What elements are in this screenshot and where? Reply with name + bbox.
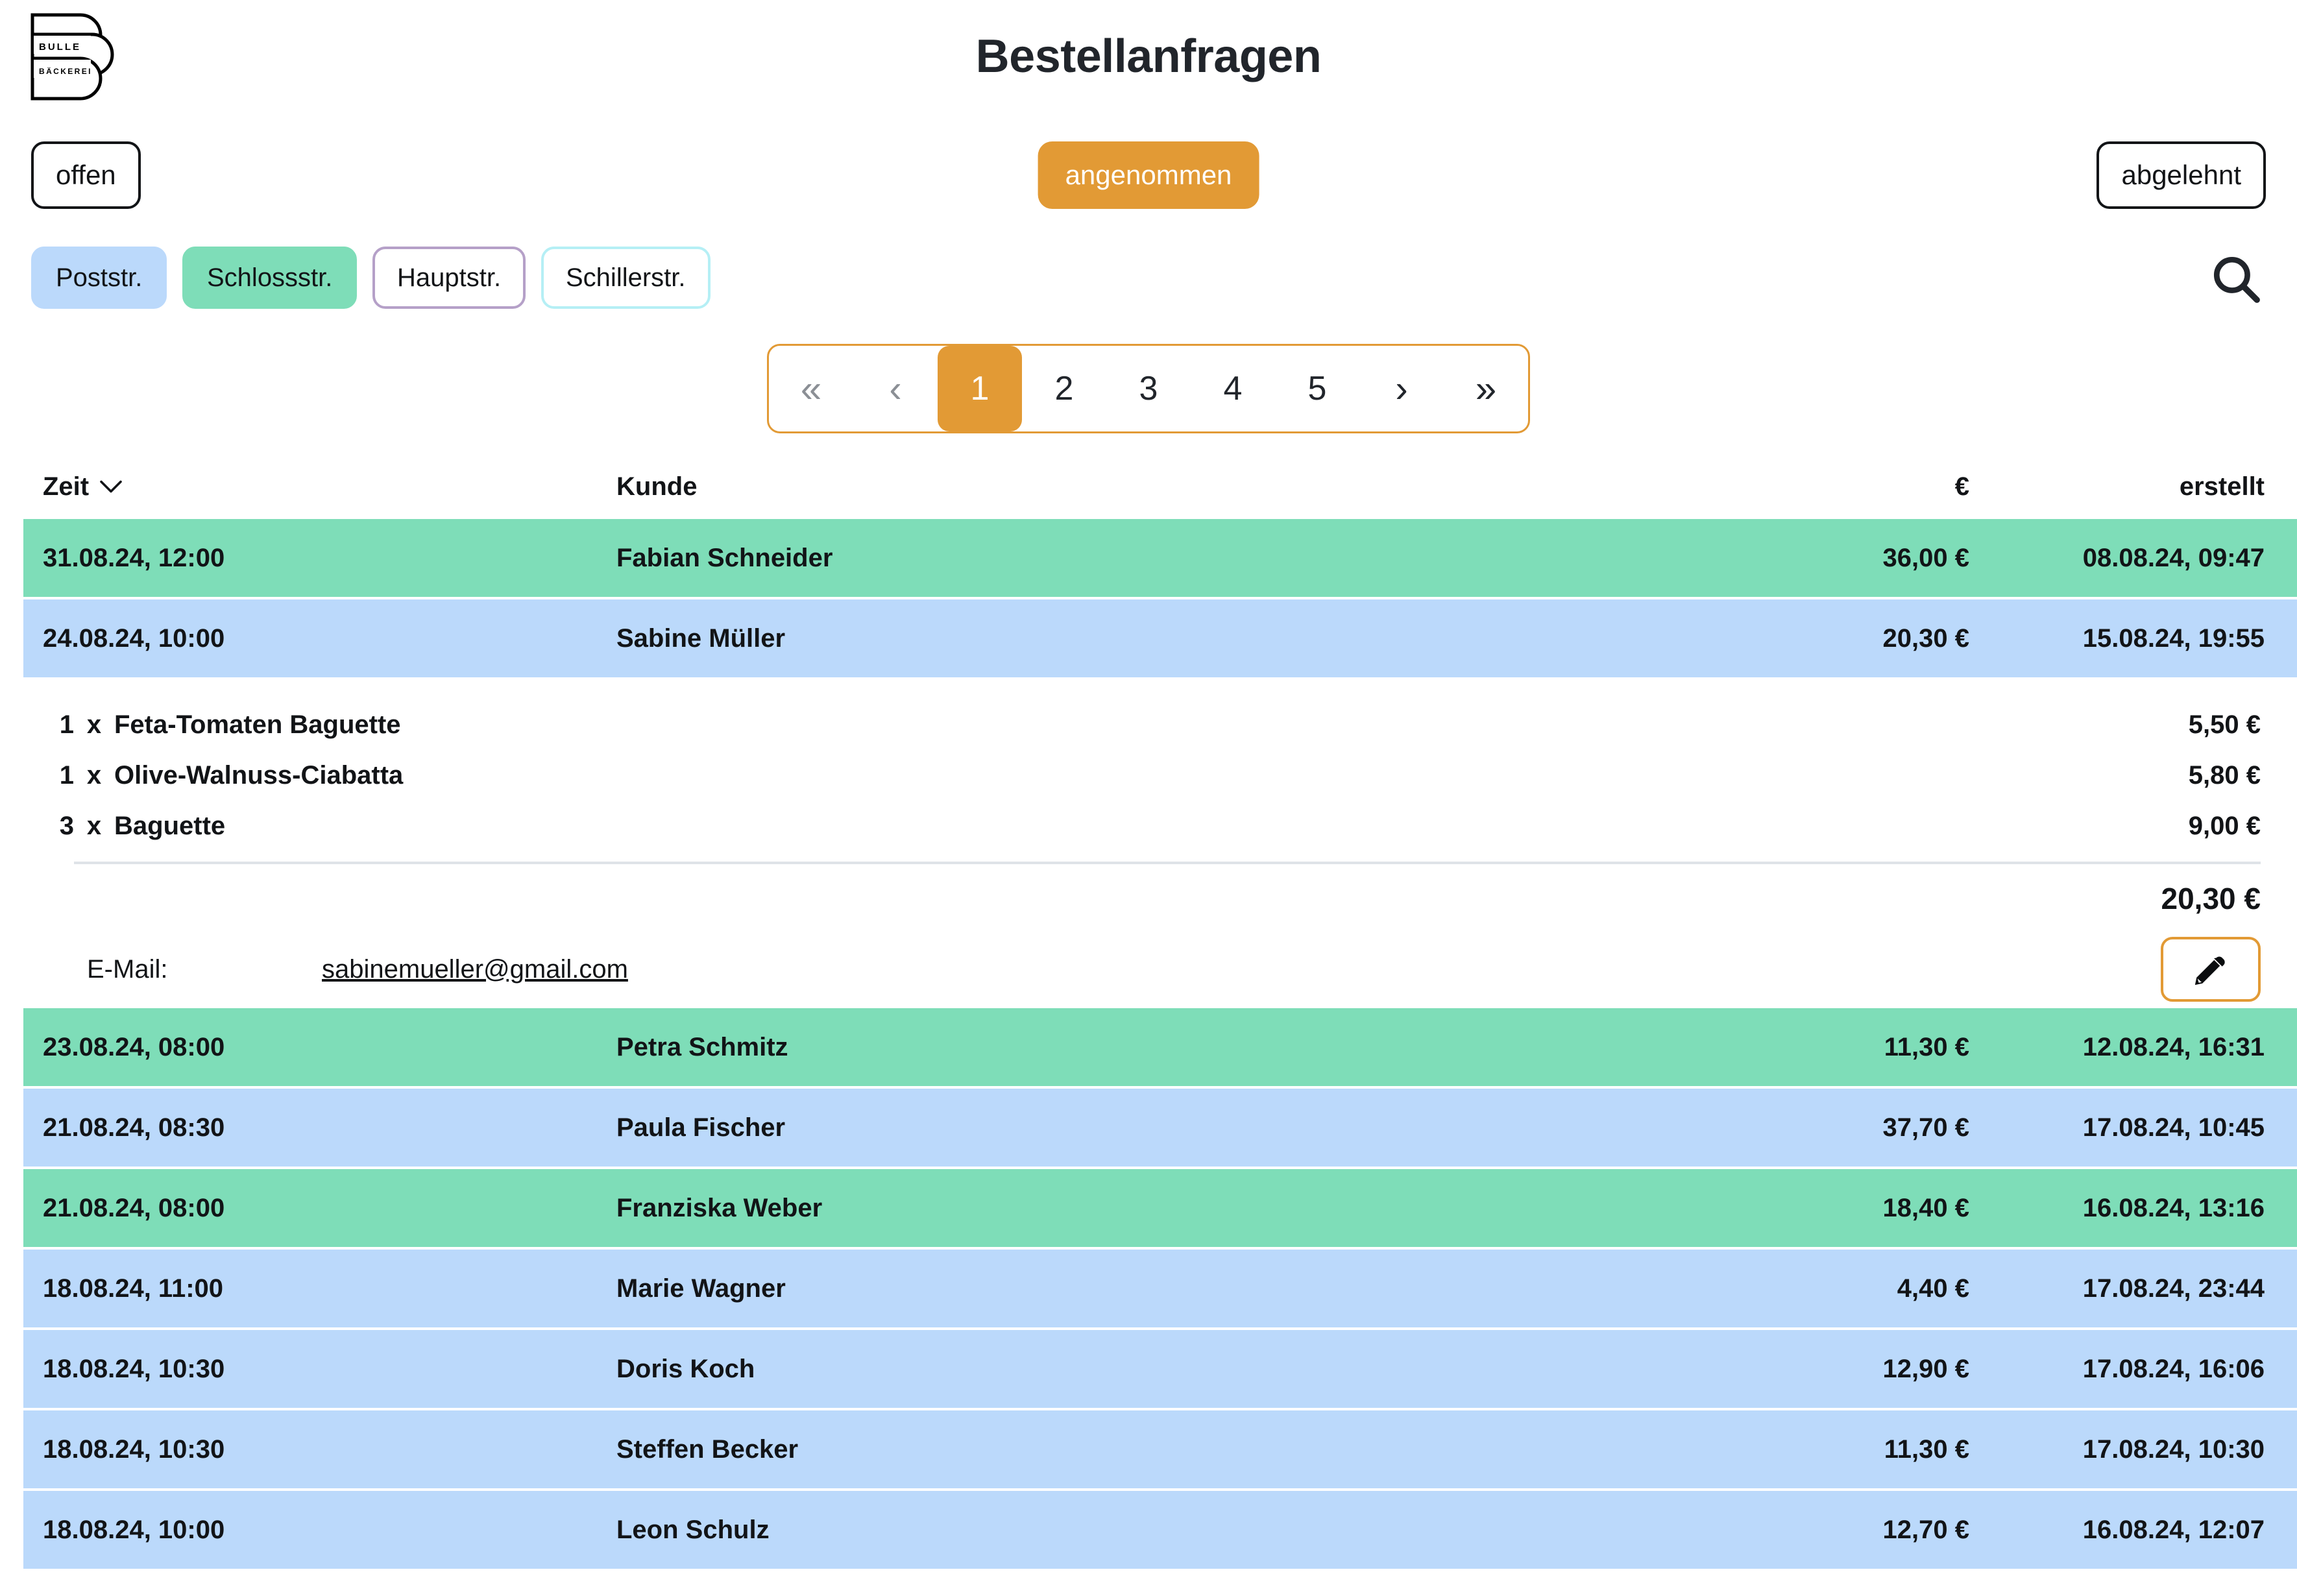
page-title: Bestellanfragen xyxy=(975,30,1322,82)
location-chip-hauptstr[interactable]: Hauptstr. xyxy=(372,247,526,309)
location-chip-schillerstr[interactable]: Schillerstr. xyxy=(541,247,711,309)
cell-zeit: 23.08.24, 08:00 xyxy=(43,1032,225,1061)
line-item-name: Olive-Walnuss-Ciabatta xyxy=(114,760,404,790)
cell-erstellt: 17.08.24, 10:30 xyxy=(2082,1434,2265,1464)
table-row[interactable]: 21.08.24, 08:00 Franziska Weber 18,40 € 16.… xyxy=(23,1169,2297,1250)
table-row[interactable]: 18.08.24, 10:30 Steffen Becker 11,30 € 17.0… xyxy=(23,1410,2297,1491)
status-filter-group: offen angenommen abgelehnt xyxy=(0,141,2297,209)
pagination-page-4[interactable]: 4 xyxy=(1191,346,1275,431)
column-header-zeit[interactable]: Zeit xyxy=(0,472,616,502)
line-item-name: Feta-Tomaten Baguette xyxy=(114,710,401,739)
order-email-row: E-Mail: sabinemueller@gmail.com xyxy=(23,916,2297,1002)
order-line-item: 3 x Baguette 9,00 € xyxy=(23,801,2297,851)
pagination-page-2[interactable]: 2 xyxy=(1022,346,1106,431)
order-list: 31.08.24, 12:00 Fabian Schneider 36,00 € 08… xyxy=(0,519,2297,1596)
pagination-page-1[interactable]: 1 xyxy=(938,346,1022,431)
cell-erstellt: 17.08.24, 16:06 xyxy=(2082,1354,2265,1383)
status-filter-offen[interactable]: offen xyxy=(31,141,141,209)
column-header-zeit-label: Zeit xyxy=(43,472,90,501)
table-row[interactable]: 18.08.24, 10:30 Doris Koch 12,90 € 17.08.24… xyxy=(23,1330,2297,1410)
chevron-down-icon xyxy=(100,480,122,493)
cell-kunde: Doris Koch xyxy=(616,1354,755,1383)
cell-zeit: 24.08.24, 10:00 xyxy=(43,623,225,653)
cell-betrag: 11,30 € xyxy=(1884,1032,1969,1061)
line-item-qty: 3 xyxy=(59,811,74,840)
location-filter-group: Poststr. Schlossstr. Hauptstr. Schillers… xyxy=(0,247,2297,311)
cell-zeit: 18.08.24, 10:30 xyxy=(43,1434,225,1464)
edit-order-button[interactable] xyxy=(2161,937,2261,1002)
email-label: E-Mail: xyxy=(87,954,168,984)
column-header-euro[interactable]: € xyxy=(1674,472,1969,502)
table-row[interactable]: 18.08.24, 10:00 Leon Schulz 12,70 € 16.08.2… xyxy=(23,1491,2297,1571)
line-item-name: Baguette xyxy=(114,811,226,840)
pagination-first[interactable]: « xyxy=(769,346,853,431)
line-item-price: 5,50 € xyxy=(2188,710,2261,739)
line-item-times: x xyxy=(86,811,102,840)
line-item-qty: 1 xyxy=(59,760,74,790)
cell-zeit: 18.08.24, 10:00 xyxy=(43,1515,225,1544)
cell-erstellt: 15.08.24, 19:55 xyxy=(2082,623,2265,653)
cell-kunde: Franziska Weber xyxy=(616,1193,823,1222)
table-row[interactable]: 23.08.24, 08:00 Petra Schmitz 11,30 € 12.08… xyxy=(23,1008,2297,1089)
line-item-price: 5,80 € xyxy=(2188,760,2261,790)
cell-kunde: Petra Schmitz xyxy=(616,1032,788,1061)
cell-kunde: Leon Schulz xyxy=(616,1515,770,1544)
cell-zeit: 21.08.24, 08:30 xyxy=(43,1113,225,1142)
location-chip-poststr[interactable]: Poststr. xyxy=(31,247,167,309)
cell-erstellt: 17.08.24, 23:44 xyxy=(2082,1274,2265,1303)
pagination-page-5[interactable]: 5 xyxy=(1275,346,1359,431)
cell-betrag: 4,40 € xyxy=(1897,1274,1969,1303)
cell-zeit: 18.08.24, 10:30 xyxy=(43,1354,225,1383)
line-item-price: 9,00 € xyxy=(2188,811,2261,840)
pagination: « ‹ 1 2 3 4 5 › » xyxy=(767,344,1530,433)
order-line-item: 1 x Feta-Tomaten Baguette 5,50 € xyxy=(23,699,2297,750)
column-header-erstellt[interactable]: erstellt xyxy=(1969,472,2297,502)
cell-zeit: 31.08.24, 12:00 xyxy=(43,543,225,572)
pagination-page-3[interactable]: 3 xyxy=(1106,346,1191,431)
table-row[interactable]: 21.08.24, 08:30 Paula Fischer 37,70 € 17.08… xyxy=(23,1089,2297,1169)
cell-kunde: Steffen Becker xyxy=(616,1434,799,1464)
cell-betrag: 12,90 € xyxy=(1882,1354,1969,1383)
order-total: 20,30 € xyxy=(2161,882,2261,915)
cell-zeit: 18.08.24, 11:00 xyxy=(43,1274,224,1303)
line-item-times: x xyxy=(86,710,102,739)
line-item-qty: 1 xyxy=(59,710,74,739)
line-item-times: x xyxy=(86,760,102,790)
cell-kunde: Fabian Schneider xyxy=(616,543,833,572)
cell-erstellt: 17.08.24, 10:45 xyxy=(2082,1113,2265,1142)
cell-erstellt: 16.08.24, 13:16 xyxy=(2082,1193,2265,1222)
order-detail-panel: 1 x Feta-Tomaten Baguette 5,50 €1 x Olive-Wal… xyxy=(23,680,2297,1008)
cell-betrag: 11,30 € xyxy=(1884,1434,1969,1464)
table-row[interactable]: 24.08.24, 10:00 Sabine Müller 20,30 € 15.08… xyxy=(23,599,2297,680)
location-chip-schlossstr[interactable]: Schlossstr. xyxy=(182,247,358,309)
table-row[interactable]: 18.08.24, 11:00 Marie Wagner 4,40 € 17.08.2… xyxy=(23,1250,2297,1330)
cell-kunde: Paula Fischer xyxy=(616,1113,786,1142)
search-icon xyxy=(2213,256,2260,303)
cell-erstellt: 08.08.24, 09:47 xyxy=(2082,543,2265,572)
cell-kunde: Marie Wagner xyxy=(616,1274,786,1303)
table-row[interactable]: 31.08.24, 12:00 Fabian Schneider 36,00 € 08… xyxy=(23,519,2297,599)
cell-betrag: 36,00 € xyxy=(1882,543,1969,572)
pencil-icon xyxy=(2194,956,2225,985)
cell-kunde: Sabine Müller xyxy=(616,623,786,653)
search-button[interactable] xyxy=(2205,248,2267,310)
pagination-next[interactable]: › xyxy=(1359,346,1444,431)
table-header: Zeit Kunde € erstellt xyxy=(0,454,2297,519)
order-line-item: 1 x Olive-Walnuss-Ciabatta 5,80 € xyxy=(23,750,2297,801)
cell-betrag: 18,40 € xyxy=(1882,1193,1969,1222)
cell-erstellt: 12.08.24, 16:31 xyxy=(2082,1032,2265,1061)
cell-erstellt: 16.08.24, 12:07 xyxy=(2082,1515,2265,1544)
pagination-last[interactable]: » xyxy=(1444,346,1528,431)
pagination-prev[interactable]: ‹ xyxy=(853,346,938,431)
cell-betrag: 12,70 € xyxy=(1882,1515,1969,1544)
cell-betrag: 37,70 € xyxy=(1882,1113,1969,1142)
status-filter-angenommen[interactable]: angenommen xyxy=(1038,141,1259,209)
column-header-kunde[interactable]: Kunde xyxy=(616,472,1674,502)
email-link[interactable]: sabinemueller@gmail.com xyxy=(322,955,628,984)
status-filter-abgelehnt[interactable]: abgelehnt xyxy=(2096,141,2266,209)
cell-zeit: 21.08.24, 08:00 xyxy=(43,1193,225,1222)
cell-betrag: 20,30 € xyxy=(1882,623,1969,653)
